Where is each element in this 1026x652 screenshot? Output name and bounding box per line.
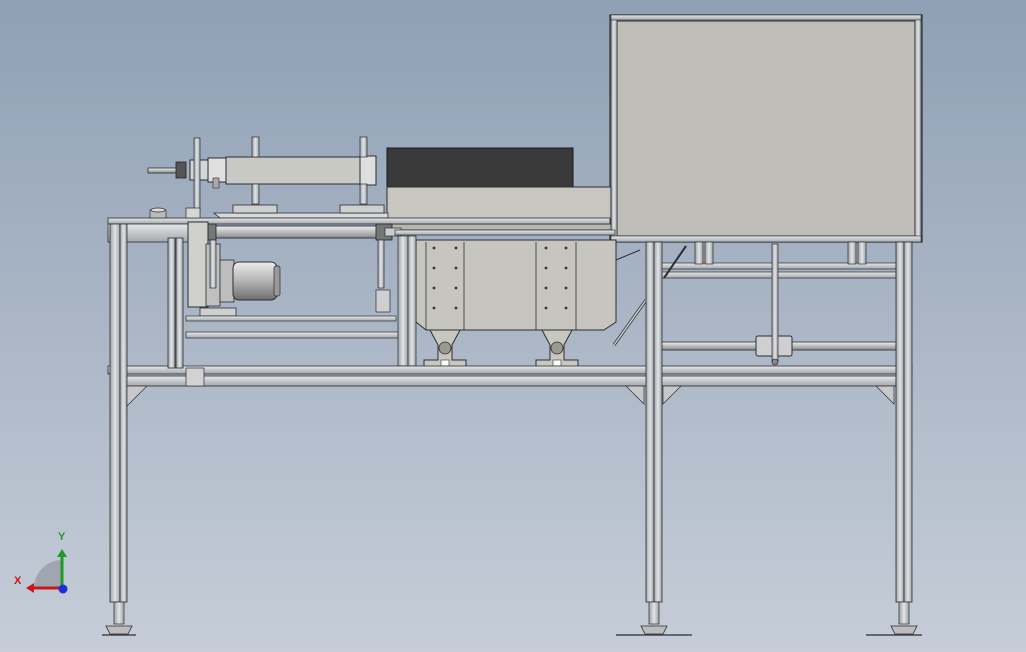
axis-triad[interactable] — [26, 549, 68, 594]
bearing-right — [535, 329, 579, 369]
leveling-feet — [102, 601, 922, 636]
conveyor-housing — [386, 147, 648, 369]
machine-front-view-drawing — [26, 14, 923, 636]
cad-viewport[interactable]: X Y — [0, 0, 1026, 652]
feed-cylinder-assembly — [147, 136, 389, 219]
y-axis-label: Y — [58, 531, 66, 543]
control-cabinet — [609, 14, 923, 243]
z-axis-dot — [58, 584, 68, 594]
y-axis-arrowhead — [57, 549, 67, 557]
x-axis-label: X — [14, 575, 22, 587]
bearing-left — [423, 329, 467, 369]
x-axis-arrowhead — [26, 583, 34, 593]
under-cabinet-rails — [659, 241, 897, 366]
